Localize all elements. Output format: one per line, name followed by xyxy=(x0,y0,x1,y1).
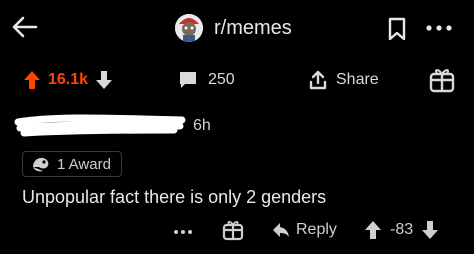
share-label: Share xyxy=(336,71,379,88)
comment-bubble-icon xyxy=(180,72,196,88)
back-arrow-icon xyxy=(12,16,38,38)
upvote-icon[interactable] xyxy=(22,69,42,91)
subreddit-avatar[interactable] xyxy=(175,14,203,42)
award-label: 1 Award xyxy=(57,155,111,173)
comment-downvote-icon[interactable] xyxy=(421,220,439,240)
downvote-icon[interactable] xyxy=(94,69,114,91)
reply-button[interactable]: Reply xyxy=(272,219,337,241)
subreddit-title[interactable]: r/memes xyxy=(214,14,292,42)
award-badge[interactable]: 1 Award xyxy=(22,151,122,177)
comments-button[interactable]: 250 xyxy=(178,66,235,94)
award-icon xyxy=(33,157,49,172)
redacted-username-scribble xyxy=(14,114,186,137)
share-button[interactable]: Share xyxy=(308,66,379,94)
back-button[interactable] xyxy=(8,10,42,44)
post-vote-group: 16.1k xyxy=(22,66,114,94)
give-award-button[interactable] xyxy=(428,66,456,94)
post-score: 16.1k xyxy=(48,71,89,88)
comment-time: 6h xyxy=(193,117,211,134)
comment-upvote-icon[interactable] xyxy=(364,220,382,240)
comment-body: Unpopular fact there is only 2 genders xyxy=(22,187,327,207)
share-icon xyxy=(309,70,327,90)
more-options-button[interactable] xyxy=(424,18,454,38)
bookmark-icon xyxy=(388,17,406,41)
comment-more-icon[interactable] xyxy=(172,226,194,238)
reply-arrow-icon xyxy=(273,223,289,237)
gift-icon xyxy=(429,69,455,93)
more-dots-icon xyxy=(426,25,452,31)
comment-vote-group: -83 xyxy=(364,219,439,241)
comments-count: 250 xyxy=(208,71,235,88)
comment-score: -83 xyxy=(390,221,414,238)
comment-gift-icon[interactable] xyxy=(222,219,244,241)
reply-label: Reply xyxy=(296,221,337,238)
subreddit-avatar-image xyxy=(175,14,203,42)
save-button[interactable] xyxy=(385,16,409,42)
